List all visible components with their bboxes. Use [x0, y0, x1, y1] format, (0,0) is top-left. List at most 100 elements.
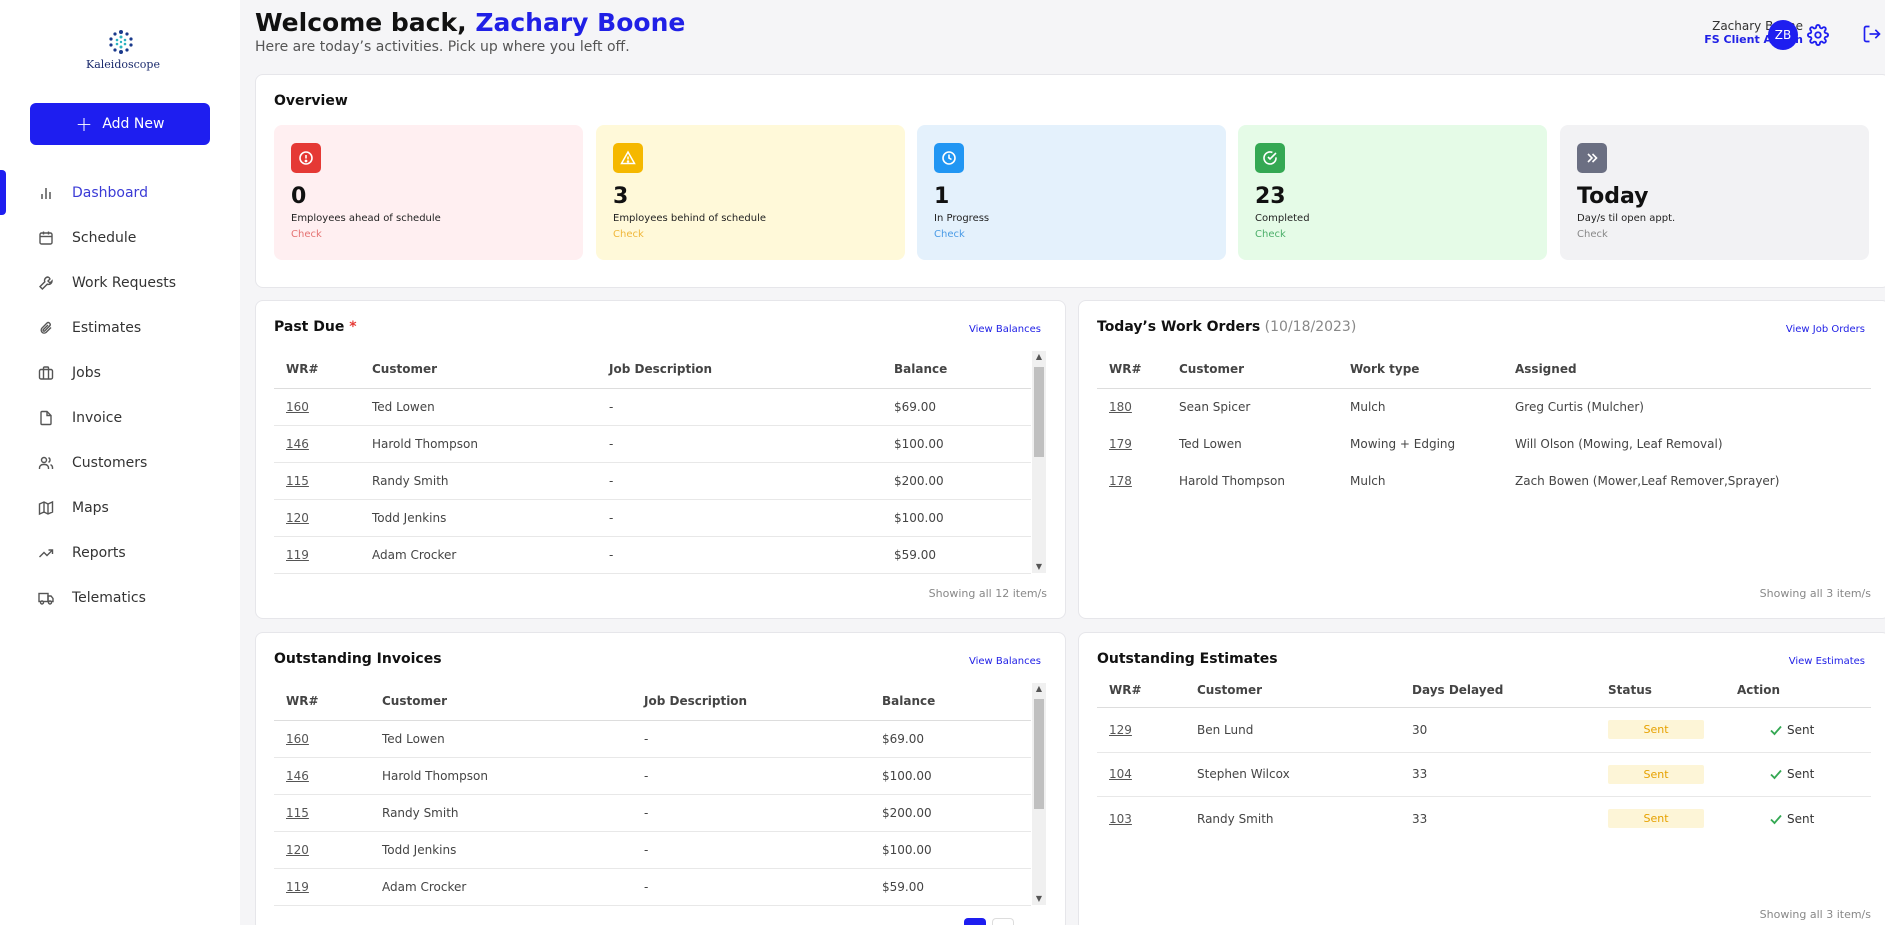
sidebar-nav: Dashboard Schedule Work Requests Estimat… [0, 170, 240, 620]
action-label: Sent [1787, 767, 1815, 781]
work-orders-card: Today’s Work Orders (10/18/2023) View Jo… [1078, 300, 1885, 619]
description-cell: - [644, 720, 882, 758]
description-cell: - [609, 388, 894, 426]
view-balances-link[interactable]: View Balances [969, 324, 1041, 335]
scrollbar[interactable]: ▲ ▼ [1032, 683, 1046, 905]
stat-check-link[interactable]: Check [934, 229, 965, 240]
column-header: Status [1608, 674, 1737, 708]
alert-circle-icon [291, 143, 321, 173]
table-row: 179 Ted Lowen Mowing + Edging Will Olson (M… [1097, 425, 1871, 462]
wr-link[interactable]: 115 [274, 794, 382, 832]
sidebar-item-invoice[interactable]: Invoice [0, 395, 240, 440]
add-new-button[interactable]: + Add New [30, 103, 210, 145]
sidebar-item-work-requests[interactable]: Work Requests [0, 260, 240, 305]
scroll-up-arrow[interactable]: ▲ [1032, 351, 1046, 363]
description-cell: - [644, 757, 882, 795]
balance-cell: $100.00 [882, 831, 1031, 869]
work-type-cell: Mulch [1350, 399, 1386, 414]
table-row: 160 Ted Lowen - $69.00 [274, 388, 1031, 426]
view-job-orders-link[interactable]: View Job Orders [1786, 324, 1865, 335]
column-header: WR# [274, 351, 372, 389]
sidebar-item-reports[interactable]: Reports [0, 530, 240, 575]
invoices-card: Outstanding Invoices View Balances WR# C… [255, 632, 1066, 925]
stat-check-link[interactable]: Check [291, 229, 322, 240]
sidebar-item-jobs[interactable]: Jobs [0, 350, 240, 395]
status-cell: Sent [1608, 707, 1737, 753]
wr-link[interactable]: 103 [1097, 796, 1197, 841]
stat-card-behind[interactable]: 3 Employees behind of schedule Check [596, 125, 905, 260]
wr-link[interactable]: 120 [274, 499, 372, 537]
customer-cell: Adam Crocker [382, 868, 644, 906]
balance-cell: $69.00 [882, 720, 1031, 758]
table-row: 120 Todd Jenkins - $100.00 [274, 831, 1031, 869]
wr-link[interactable]: 180 [1097, 388, 1179, 425]
scroll-down-arrow[interactable]: ▼ [1032, 561, 1046, 573]
sidebar-item-maps[interactable]: Maps [0, 485, 240, 530]
action-cell: Sent [1737, 796, 1871, 841]
view-estimates-link[interactable]: View Estimates [1789, 656, 1865, 667]
sidebar-item-label: Invoice [72, 409, 123, 426]
stat-value: 0 [291, 184, 307, 209]
balance-cell: $59.00 [882, 868, 1031, 906]
wr-link[interactable]: 129 [1097, 707, 1197, 753]
sent-action[interactable]: Sent [1737, 767, 1871, 781]
scroll-down-arrow[interactable]: ▼ [1032, 893, 1046, 905]
sidebar-item-dashboard[interactable]: Dashboard [0, 170, 240, 215]
stat-label: Day/s til open appt. [1577, 213, 1676, 224]
wr-link[interactable]: 119 [274, 868, 382, 906]
wr-link[interactable]: 120 [274, 831, 382, 869]
customer-cell: Adam Crocker [372, 536, 609, 574]
app-logo[interactable]: Kaleidoscope [86, 28, 160, 71]
wr-link[interactable]: 146 [274, 757, 382, 795]
logout-icon[interactable] [1862, 24, 1882, 46]
column-header: Work type [1350, 351, 1515, 389]
column-header: Assigned [1515, 351, 1871, 389]
wr-link[interactable]: 146 [274, 425, 372, 463]
gear-icon[interactable] [1807, 24, 1829, 46]
sidebar-item-estimates[interactable]: Estimates [0, 305, 240, 350]
wr-link[interactable]: 115 [274, 462, 372, 500]
stat-card-in-progress[interactable]: 1 In Progress Check [917, 125, 1226, 260]
wr-link[interactable]: 160 [274, 388, 372, 426]
sent-action[interactable]: Sent [1737, 723, 1871, 737]
table-row: 129 Ben Lund 30 Sent Sent [1097, 707, 1871, 753]
wr-link[interactable]: 178 [1097, 462, 1179, 499]
stat-value: 23 [1255, 184, 1286, 209]
balance-cell: $100.00 [894, 499, 1031, 537]
pagination-page-active[interactable] [964, 918, 986, 925]
stat-card-completed[interactable]: 23 Completed Check [1238, 125, 1547, 260]
wr-link[interactable]: 160 [274, 720, 382, 758]
avatar[interactable]: ZB [1768, 20, 1798, 50]
sidebar-item-customers[interactable]: Customers [0, 440, 240, 485]
stat-label: In Progress [934, 213, 990, 224]
stat-value: 1 [934, 184, 950, 209]
table-row: 160 Ted Lowen - $69.00 [274, 720, 1031, 758]
wr-link[interactable]: 119 [274, 536, 372, 574]
description-cell: - [644, 794, 882, 832]
stat-check-link[interactable]: Check [1255, 229, 1286, 240]
stat-card-open-appt[interactable]: Today Day/s til open appt. Check [1560, 125, 1869, 260]
action-label: Sent [1787, 811, 1815, 826]
stat-card-ahead[interactable]: 0 Employees ahead of schedule Check [274, 125, 583, 260]
column-header: Balance [882, 683, 1031, 721]
column-header: Job Description [609, 351, 894, 389]
wr-link[interactable]: 179 [1097, 425, 1179, 462]
sidebar-item-telematics[interactable]: Telematics [0, 575, 240, 620]
view-balances-link[interactable]: View Balances [969, 656, 1041, 667]
past-due-card: Past Due * View Balances WR# Customer Jo… [255, 300, 1066, 619]
page-title: Welcome back, Zachary Boone [255, 8, 685, 37]
description-cell: - [609, 499, 894, 537]
stat-check-link[interactable]: Check [1577, 229, 1608, 240]
estimates-card: Outstanding Estimates View Estimates WR#… [1078, 632, 1885, 925]
scroll-thumb[interactable] [1034, 699, 1044, 809]
scrollbar[interactable]: ▲ ▼ [1032, 351, 1046, 573]
table-row: 120 Todd Jenkins - $100.00 [274, 499, 1031, 537]
sent-action[interactable]: Sent [1737, 812, 1871, 826]
stat-check-link[interactable]: Check [613, 229, 644, 240]
sidebar-item-schedule[interactable]: Schedule [0, 215, 240, 260]
balance-cell: $200.00 [882, 794, 1031, 832]
scroll-up-arrow[interactable]: ▲ [1032, 683, 1046, 695]
scroll-thumb[interactable] [1034, 367, 1044, 457]
wr-link[interactable]: 104 [1097, 752, 1197, 797]
pagination-page[interactable] [992, 918, 1014, 925]
